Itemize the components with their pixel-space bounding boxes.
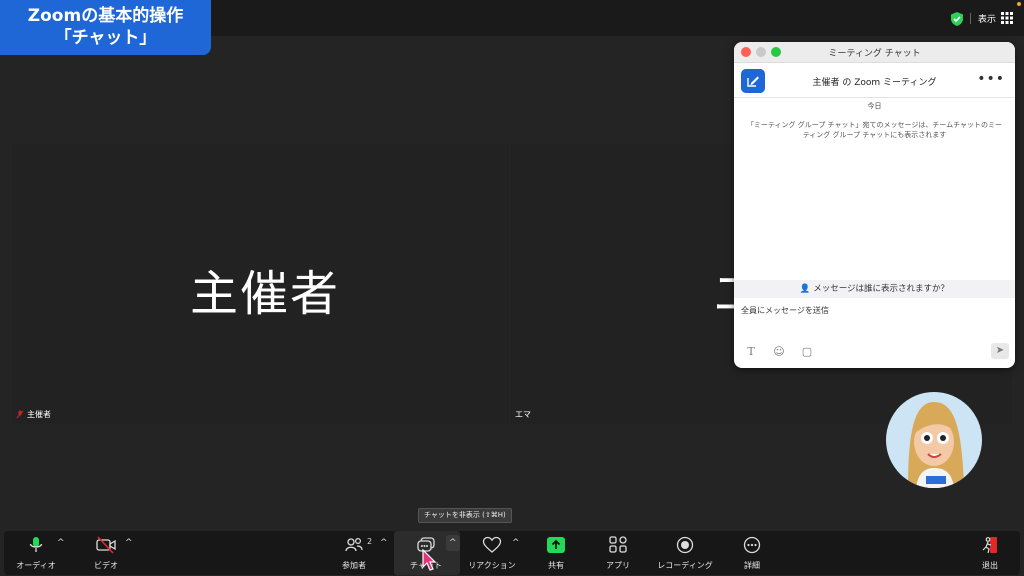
security-shield-icon[interactable] bbox=[949, 11, 965, 27]
send-icon[interactable]: ➤ bbox=[991, 343, 1009, 359]
more-options-icon bbox=[743, 536, 761, 554]
audio-label: オーディオ bbox=[16, 561, 56, 570]
chat-info-note: 「ミーティング グループ チャット」宛てのメッセージは、チームチャットのミーティ… bbox=[746, 121, 1003, 139]
view-button[interactable]: 表示 bbox=[978, 12, 996, 25]
meeting-chat-window: ミーティング チャット 主催者 の Zoom ミーティング ••• 今日 「ミー… bbox=[734, 42, 1015, 368]
avatar-illustration bbox=[908, 402, 964, 488]
apps-label: アプリ bbox=[606, 561, 630, 570]
grid-view-icon[interactable] bbox=[1001, 12, 1013, 24]
title-line-2: 「チャット」 bbox=[54, 28, 157, 48]
chat-message-input[interactable]: 全員にメッセージを送信 bbox=[741, 305, 829, 316]
heart-icon bbox=[482, 536, 502, 553]
chat-options-caret[interactable]: ^ bbox=[449, 538, 457, 548]
recording-indicator-dot bbox=[1017, 2, 1021, 6]
message-visibility-button[interactable]: 👤 メッセージは誰に表示されますか？ bbox=[734, 280, 1015, 298]
video-options-caret[interactable]: ^ bbox=[125, 538, 133, 548]
share-label: 共有 bbox=[548, 561, 564, 570]
visibility-text: メッセージは誰に表示されますか？ bbox=[813, 284, 950, 294]
details-button[interactable]: 詳細 bbox=[730, 531, 774, 575]
details-label: 詳細 bbox=[744, 561, 760, 570]
leave-button[interactable]: 退出 bbox=[968, 531, 1012, 575]
video-button[interactable]: ビデオ bbox=[84, 531, 128, 575]
chat-title-bar: ミーティング チャット bbox=[734, 42, 1015, 63]
chat-meeting-title: 主催者 の Zoom ミーティング bbox=[812, 78, 937, 88]
emma-tile-label: エマ bbox=[515, 409, 531, 420]
share-button[interactable]: 共有 bbox=[534, 531, 578, 575]
chat-header: 主催者 の Zoom ミーティング ••• bbox=[734, 63, 1015, 98]
record-icon bbox=[676, 536, 694, 554]
apps-icon bbox=[609, 536, 627, 553]
more-options-button[interactable]: ••• bbox=[977, 71, 1005, 87]
title-badge: Zoomの基本的操作 「チャット」 bbox=[0, 0, 211, 55]
date-divider: 今日 bbox=[867, 102, 882, 110]
microphone-icon bbox=[29, 537, 43, 552]
emoji-icon[interactable]: ☺ bbox=[772, 345, 786, 359]
chat-window-title: ミーティング チャット bbox=[828, 49, 921, 59]
video-off-icon bbox=[96, 536, 116, 554]
muted-mic-icon bbox=[16, 410, 24, 419]
leave-label: 退出 bbox=[982, 561, 998, 570]
file-icon[interactable]: ▢ bbox=[800, 345, 814, 359]
recording-label: レコーディング bbox=[657, 561, 713, 570]
host-display-name: 主催者 bbox=[190, 266, 341, 322]
presenter-avatar bbox=[886, 392, 982, 488]
emma-label-text: エマ bbox=[515, 410, 531, 419]
host-label-text: 主催者 bbox=[27, 410, 51, 419]
participants-options-caret[interactable]: ^ bbox=[380, 538, 388, 548]
audio-button[interactable]: オーディオ bbox=[14, 531, 58, 575]
title-line-1: Zoomの基本的操作 bbox=[27, 6, 184, 26]
recording-button[interactable]: レコーディング bbox=[652, 531, 718, 575]
participants-icon bbox=[345, 537, 363, 552]
mouse-cursor-icon bbox=[422, 549, 436, 571]
meeting-toolbar: オーディオ ^ ビデオ ^ 参加者 2 ^ チャット ^ リアクション ^ 共有… bbox=[4, 531, 1020, 575]
host-tile-label: 主催者 bbox=[16, 409, 51, 420]
text-format-icon[interactable]: T bbox=[744, 345, 758, 359]
hide-chat-tooltip: チャットを非表示 (⇧⌘H) bbox=[418, 508, 512, 523]
reactions-options-caret[interactable]: ^ bbox=[512, 538, 520, 548]
share-screen-icon bbox=[547, 537, 565, 553]
top-separator bbox=[970, 13, 971, 24]
reactions-label: リアクション bbox=[468, 561, 516, 570]
video-label: ビデオ bbox=[94, 561, 118, 570]
chat-tools: T ☺ ▢ bbox=[744, 345, 814, 359]
participants-label: 参加者 bbox=[342, 561, 366, 570]
participants-count: 2 bbox=[367, 537, 373, 546]
apps-button[interactable]: アプリ bbox=[596, 531, 640, 575]
people-icon: 👤 bbox=[799, 284, 811, 294]
audio-options-caret[interactable]: ^ bbox=[57, 538, 65, 548]
video-tile-host[interactable]: 主催者 主催者 bbox=[12, 144, 509, 424]
leave-door-icon bbox=[982, 537, 997, 554]
